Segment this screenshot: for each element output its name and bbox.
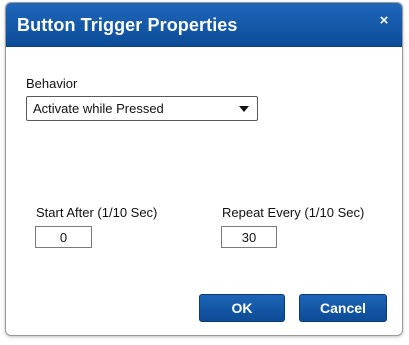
ok-button[interactable]: OK: [199, 294, 285, 322]
repeat-every-label: Repeat Every (1/10 Sec): [222, 205, 365, 220]
start-after-label: Start After (1/10 Sec): [36, 205, 158, 220]
repeat-every-input[interactable]: [221, 226, 277, 248]
close-icon[interactable]: ×: [375, 12, 393, 30]
button-trigger-properties-dialog: Button Trigger Properties × Behavior Act…: [5, 2, 403, 336]
chevron-down-icon: [239, 106, 249, 112]
behavior-selected-value: Activate while Pressed: [33, 101, 164, 116]
behavior-label: Behavior: [26, 76, 78, 91]
dialog-title: Button Trigger Properties: [17, 15, 238, 35]
behavior-dropdown[interactable]: Activate while Pressed: [26, 96, 258, 121]
start-after-input[interactable]: [35, 226, 92, 248]
dialog-titlebar: Button Trigger Properties ×: [6, 3, 402, 47]
cancel-button[interactable]: Cancel: [299, 294, 387, 322]
